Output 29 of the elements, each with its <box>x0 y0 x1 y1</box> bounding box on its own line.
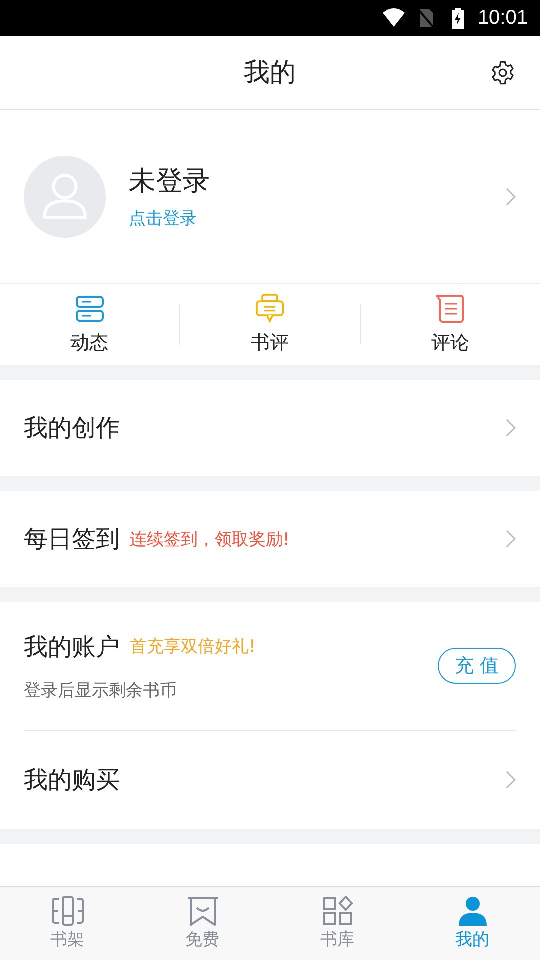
balance-hint: 登录后显示剩余书币 <box>24 680 178 702</box>
shortcut-button[interactable]: 评论 <box>360 294 540 356</box>
chevron-icon <box>506 419 516 437</box>
stack-icon <box>76 294 104 324</box>
message-icon <box>256 294 284 324</box>
clock: 10:01 <box>478 6 528 30</box>
promo-text: 首充享双倍好礼! <box>130 636 256 658</box>
books-icon <box>50 896 84 926</box>
shortcut-button[interactable]: 动态 <box>0 294 180 356</box>
profile-card[interactable]: 未登录 点击登录 <box>0 110 540 284</box>
bookmark-icon <box>186 896 220 926</box>
menu-item[interactable]: 我的创作 <box>24 380 516 476</box>
user-name: 未登录 <box>129 165 211 199</box>
chevron-icon <box>506 188 516 206</box>
shortcut-button[interactable]: 书评 <box>180 294 360 356</box>
menu-item-title: 我的账户 <box>24 632 120 662</box>
settings-icon[interactable] <box>490 60 516 86</box>
menu-item-title: 每日签到 <box>24 524 120 555</box>
document-icon <box>436 294 464 324</box>
chevron-icon <box>506 530 516 548</box>
menu-item-title: 我的创作 <box>24 413 120 444</box>
promo-text: 连续签到，领取奖励! <box>130 528 290 550</box>
account-card[interactable]: 我的账户 首充享双倍好礼! 登录后显示剩余书币 充 值 <box>24 602 516 730</box>
page-title: 我的 <box>244 57 296 90</box>
menu-item-title: 我的购买 <box>24 765 120 796</box>
menu-item[interactable]: 每日签到 连续签到，领取奖励! <box>24 491 516 587</box>
chevron-icon <box>506 771 516 789</box>
menu-item[interactable]: 我的购买 <box>24 730 516 829</box>
grid-icon <box>320 896 354 926</box>
